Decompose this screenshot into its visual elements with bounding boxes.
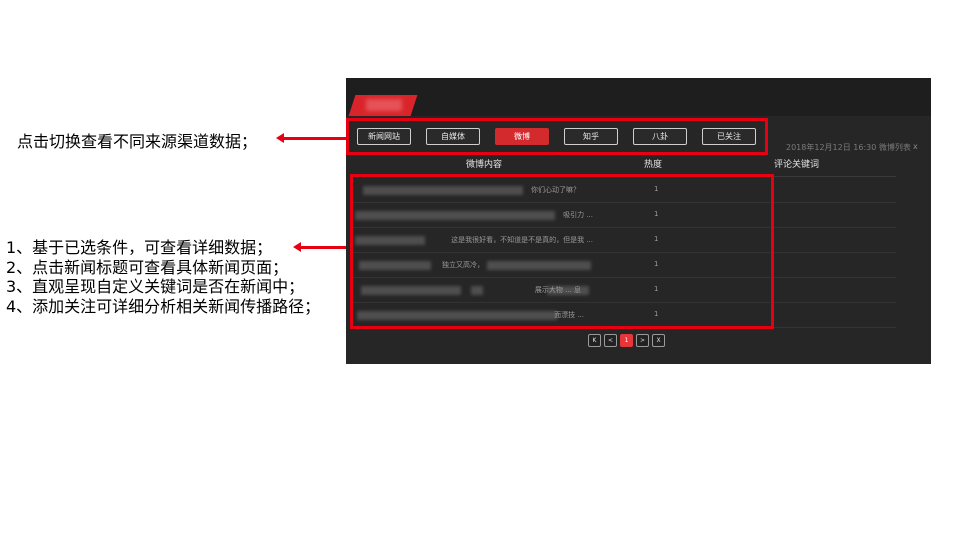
column-header-heat: 热度 (644, 160, 663, 170)
page-1-button[interactable]: 1 (620, 334, 633, 347)
list-note-4: 4、添加关注可详细分析相关新闻传播路径； (6, 296, 321, 316)
list-note-1: 1、基于已选条件，可查看详细数据； (6, 238, 273, 257)
close-icon[interactable]: x (913, 142, 918, 151)
list-timestamp: 2018年12月12日 16:30 微博列表 (786, 143, 911, 152)
app-header (346, 78, 931, 116)
arrow-head-icon (276, 133, 284, 143)
last-page-button[interactable]: X (652, 334, 665, 347)
list-annotation: 1、基于已选条件，可查看详细数据； 2、点击新闻标题可查看具体新闻页面； 3、直… (6, 238, 320, 316)
prev-page-button[interactable]: < (604, 334, 617, 347)
next-page-button[interactable]: > (636, 334, 649, 347)
first-page-button[interactable]: K (588, 334, 601, 347)
logo-blurred-text (366, 99, 402, 111)
arrow-head-icon (293, 242, 301, 252)
tabs-arrow (276, 133, 346, 143)
tabs-annotation: 点击切换查看不同来源渠道数据； (17, 132, 258, 151)
column-header-content: 微博内容 (466, 160, 503, 170)
tabs-highlight-box (346, 118, 768, 155)
list-highlight-box (350, 174, 774, 329)
column-header-keywords: 评论关键词 (774, 160, 820, 170)
list-note-2: 2、点击新闻标题可查看具体新闻页面； (6, 257, 289, 277)
list-note-3: 3、直观呈现自定义关键词是否在新闻中； (6, 277, 305, 296)
